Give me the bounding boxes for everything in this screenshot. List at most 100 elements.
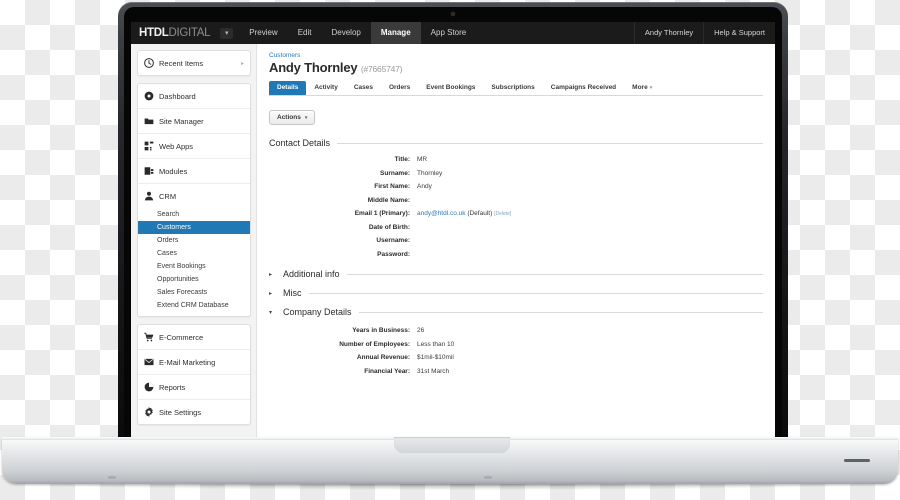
sidebar: Recent Items ▸ Dashboard Site Manager We… <box>131 44 256 438</box>
section-divider <box>337 142 763 144</box>
sidebar-item-label: Dashboard <box>159 91 196 101</box>
section-divider <box>358 311 763 313</box>
pie-chart-icon <box>144 382 154 392</box>
screen: HTDLDIGITAL ▾ Preview Edit Develop Manag… <box>131 22 775 438</box>
sidebar-item-dashboard[interactable]: Dashboard <box>138 84 250 109</box>
sidebar-subitem-sales-forecasts[interactable]: Sales Forecasts <box>138 286 250 299</box>
nav-item-manage[interactable]: Manage <box>370 22 421 44</box>
sidebar-item-label: Modules <box>159 166 188 176</box>
app-body: Recent Items ▸ Dashboard Site Manager We… <box>131 44 775 438</box>
field-annual-revenue: Annual Revenue: $1mil-$10mil <box>269 354 763 362</box>
sidebar-item-label: Site Settings <box>159 407 202 417</box>
clock-icon <box>144 58 154 68</box>
chevron-down-icon[interactable]: ▾ <box>220 27 234 39</box>
envelope-icon <box>144 357 154 367</box>
crm-submenu: Search Customers Orders Cases Event Book… <box>138 208 250 316</box>
tab-orders[interactable]: Orders <box>381 81 418 95</box>
laptop-base <box>2 437 898 484</box>
tab-more[interactable]: More ▾ <box>624 81 660 95</box>
sidebar-item-label: Web Apps <box>159 141 194 151</box>
field-first-name: First Name: Andy <box>269 183 763 191</box>
chevron-right-icon: ▸ <box>240 60 244 67</box>
breadcrumb[interactable]: Customers <box>269 52 763 59</box>
section-title: Contact Details <box>269 138 331 148</box>
sidebar-item-crm[interactable]: CRM <box>138 184 250 208</box>
tab-details[interactable]: Details <box>269 81 307 95</box>
actions-button[interactable]: Actions ▾ <box>269 110 316 125</box>
email-link[interactable]: andy@htdl.co.uk <box>417 210 466 217</box>
field-label: Annual Revenue: <box>356 354 410 361</box>
field-title: Title: MR <box>269 156 763 164</box>
triangle-right-icon: ▸ <box>269 271 273 278</box>
section-header-additional-info[interactable]: ▸ Additional info <box>269 269 763 279</box>
sidebar-subitem-orders[interactable]: Orders <box>138 234 250 247</box>
base-shadow <box>18 484 882 490</box>
base-notch <box>394 437 510 453</box>
sidebar-subitem-event-bookings[interactable]: Event Bookings <box>138 260 250 273</box>
sidebar-item-site-manager[interactable]: Site Manager <box>138 109 250 134</box>
field-label: Username: <box>376 237 410 244</box>
field-value: Less than 10 <box>417 340 455 348</box>
field-label: Years in Business: <box>352 327 410 334</box>
sidebar-item-label: Recent Items <box>159 58 204 68</box>
nav-item-preview[interactable]: Preview <box>239 22 287 44</box>
sidebar-item-label: E-Mail Marketing <box>159 357 216 367</box>
sidebar-item-modules[interactable]: Modules <box>138 159 250 184</box>
sidebar-item-reports[interactable]: Reports <box>138 375 250 400</box>
section-title: Misc <box>283 288 302 298</box>
nav-item-edit[interactable]: Edit <box>288 22 322 44</box>
section-divider <box>308 292 763 294</box>
sidebar-subitem-search[interactable]: Search <box>138 208 250 221</box>
sidebar-subitem-cases[interactable]: Cases <box>138 247 250 260</box>
person-icon <box>144 191 154 201</box>
sidebar-item-web-apps[interactable]: Web Apps <box>138 134 250 159</box>
nav-item-help-support[interactable]: Help & Support <box>703 22 775 44</box>
tab-campaigns-received[interactable]: Campaigns Received <box>543 81 624 95</box>
sidebar-item-site-settings[interactable]: Site Settings <box>138 400 250 424</box>
recent-items-panel: Recent Items ▸ <box>137 50 251 76</box>
email-delete-link[interactable]: [Delete] <box>494 211 511 217</box>
sidebar-item-recent-items[interactable]: Recent Items ▸ <box>138 51 250 75</box>
field-value: $1mil-$10mil <box>417 354 454 361</box>
field-surname: Surname: Thornley <box>269 169 763 178</box>
sidebar-subitem-extend-crm-database[interactable]: Extend CRM Database <box>138 299 250 312</box>
field-label: Email 1 (Primary): <box>354 210 410 217</box>
tab-event-bookings[interactable]: Event Bookings <box>418 81 483 95</box>
field-label: Password: <box>377 250 410 258</box>
field-middle-name: Middle Name: <box>269 197 763 205</box>
section-header-company-details[interactable]: ▾ Company Details <box>269 307 763 317</box>
section-header-misc[interactable]: ▸ Misc <box>269 288 763 298</box>
page-title: Andy Thornley (#7665747) <box>269 60 763 75</box>
modules-icon <box>144 166 154 176</box>
sidebar-item-e-commerce[interactable]: E-Commerce <box>138 325 250 350</box>
sidebar-subitem-customers[interactable]: Customers <box>138 221 250 234</box>
tab-more-label: More <box>632 84 648 91</box>
sidebar-item-e-mail-marketing[interactable]: E-Mail Marketing <box>138 350 250 375</box>
field-value: 31st March <box>417 367 450 375</box>
triangle-down-icon: ▾ <box>269 309 273 316</box>
logo-light: DIGITAL <box>168 27 211 39</box>
app-topbar: HTDLDIGITAL ▾ Preview Edit Develop Manag… <box>131 22 775 44</box>
field-value: Andy <box>417 183 432 190</box>
field-value: Thornley <box>417 169 443 177</box>
field-label: Date of Birth: <box>368 223 410 231</box>
nav-item-app-store[interactable]: App Store <box>421 22 477 44</box>
sidebar-subitem-opportunities[interactable]: Opportunities <box>138 273 250 286</box>
field-years-in-business: Years in Business: 26 <box>269 327 763 335</box>
main-nav-panel: Dashboard Site Manager Web Apps Modules … <box>137 83 251 317</box>
app-logo[interactable]: HTDLDIGITAL <box>131 27 220 39</box>
record-id: (#7665747) <box>360 64 403 74</box>
folder-icon <box>144 116 154 126</box>
chevron-down-icon: ▾ <box>649 85 653 91</box>
tab-activity[interactable]: Activity <box>306 81 345 95</box>
field-label: Number of Employees: <box>339 340 410 348</box>
field-value: 26 <box>417 327 425 334</box>
base-vent <box>844 459 870 462</box>
gear-icon <box>144 407 154 417</box>
tab-cases[interactable]: Cases <box>346 81 381 95</box>
tab-subscriptions[interactable]: Subscriptions <box>483 81 542 95</box>
nav-item-develop[interactable]: Develop <box>322 22 371 44</box>
webcam-icon <box>451 12 455 16</box>
nav-item-user-account[interactable]: Andy Thornley <box>633 22 703 44</box>
dashboard-icon <box>144 91 154 101</box>
